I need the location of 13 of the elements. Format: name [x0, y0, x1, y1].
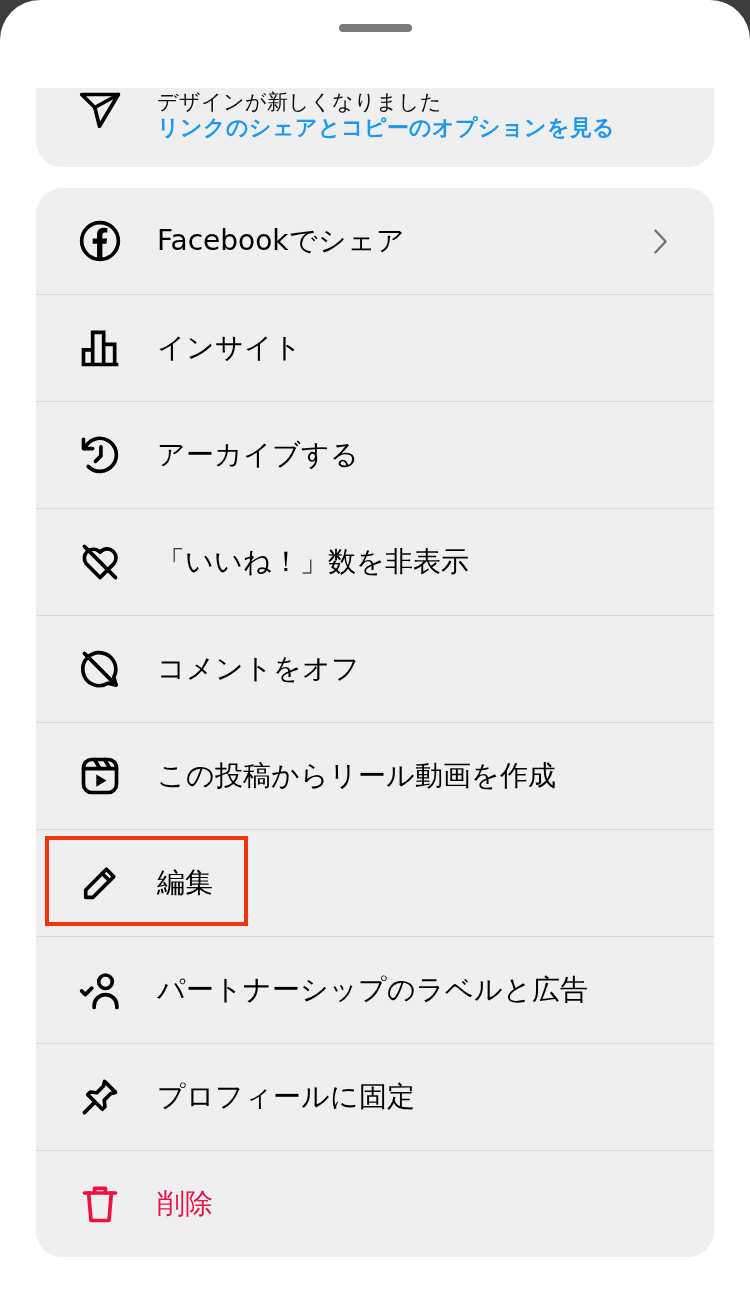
- menu-item[interactable]: アーカイブする: [36, 401, 714, 508]
- facebook-icon: [78, 219, 122, 263]
- menu-item[interactable]: コメントをオフ: [36, 615, 714, 722]
- menu-item[interactable]: 「いいね！」数を非表示: [36, 508, 714, 615]
- menu-item[interactable]: この投稿からリール動画を作成: [36, 722, 714, 829]
- notice-title: デザインが新しくなりました: [157, 89, 442, 115]
- menu-item[interactable]: インサイト: [36, 294, 714, 401]
- menu-item[interactable]: Facebookでシェア: [36, 188, 714, 294]
- delete-menu-item[interactable]: 削除: [36, 1150, 714, 1257]
- menu-item[interactable]: プロフィールに固定: [36, 1043, 714, 1150]
- drag-handle[interactable]: [338, 24, 412, 32]
- menu-item[interactable]: 編集: [36, 829, 714, 936]
- menu-item[interactable]: パートナーシップのラベルと広告: [36, 936, 714, 1043]
